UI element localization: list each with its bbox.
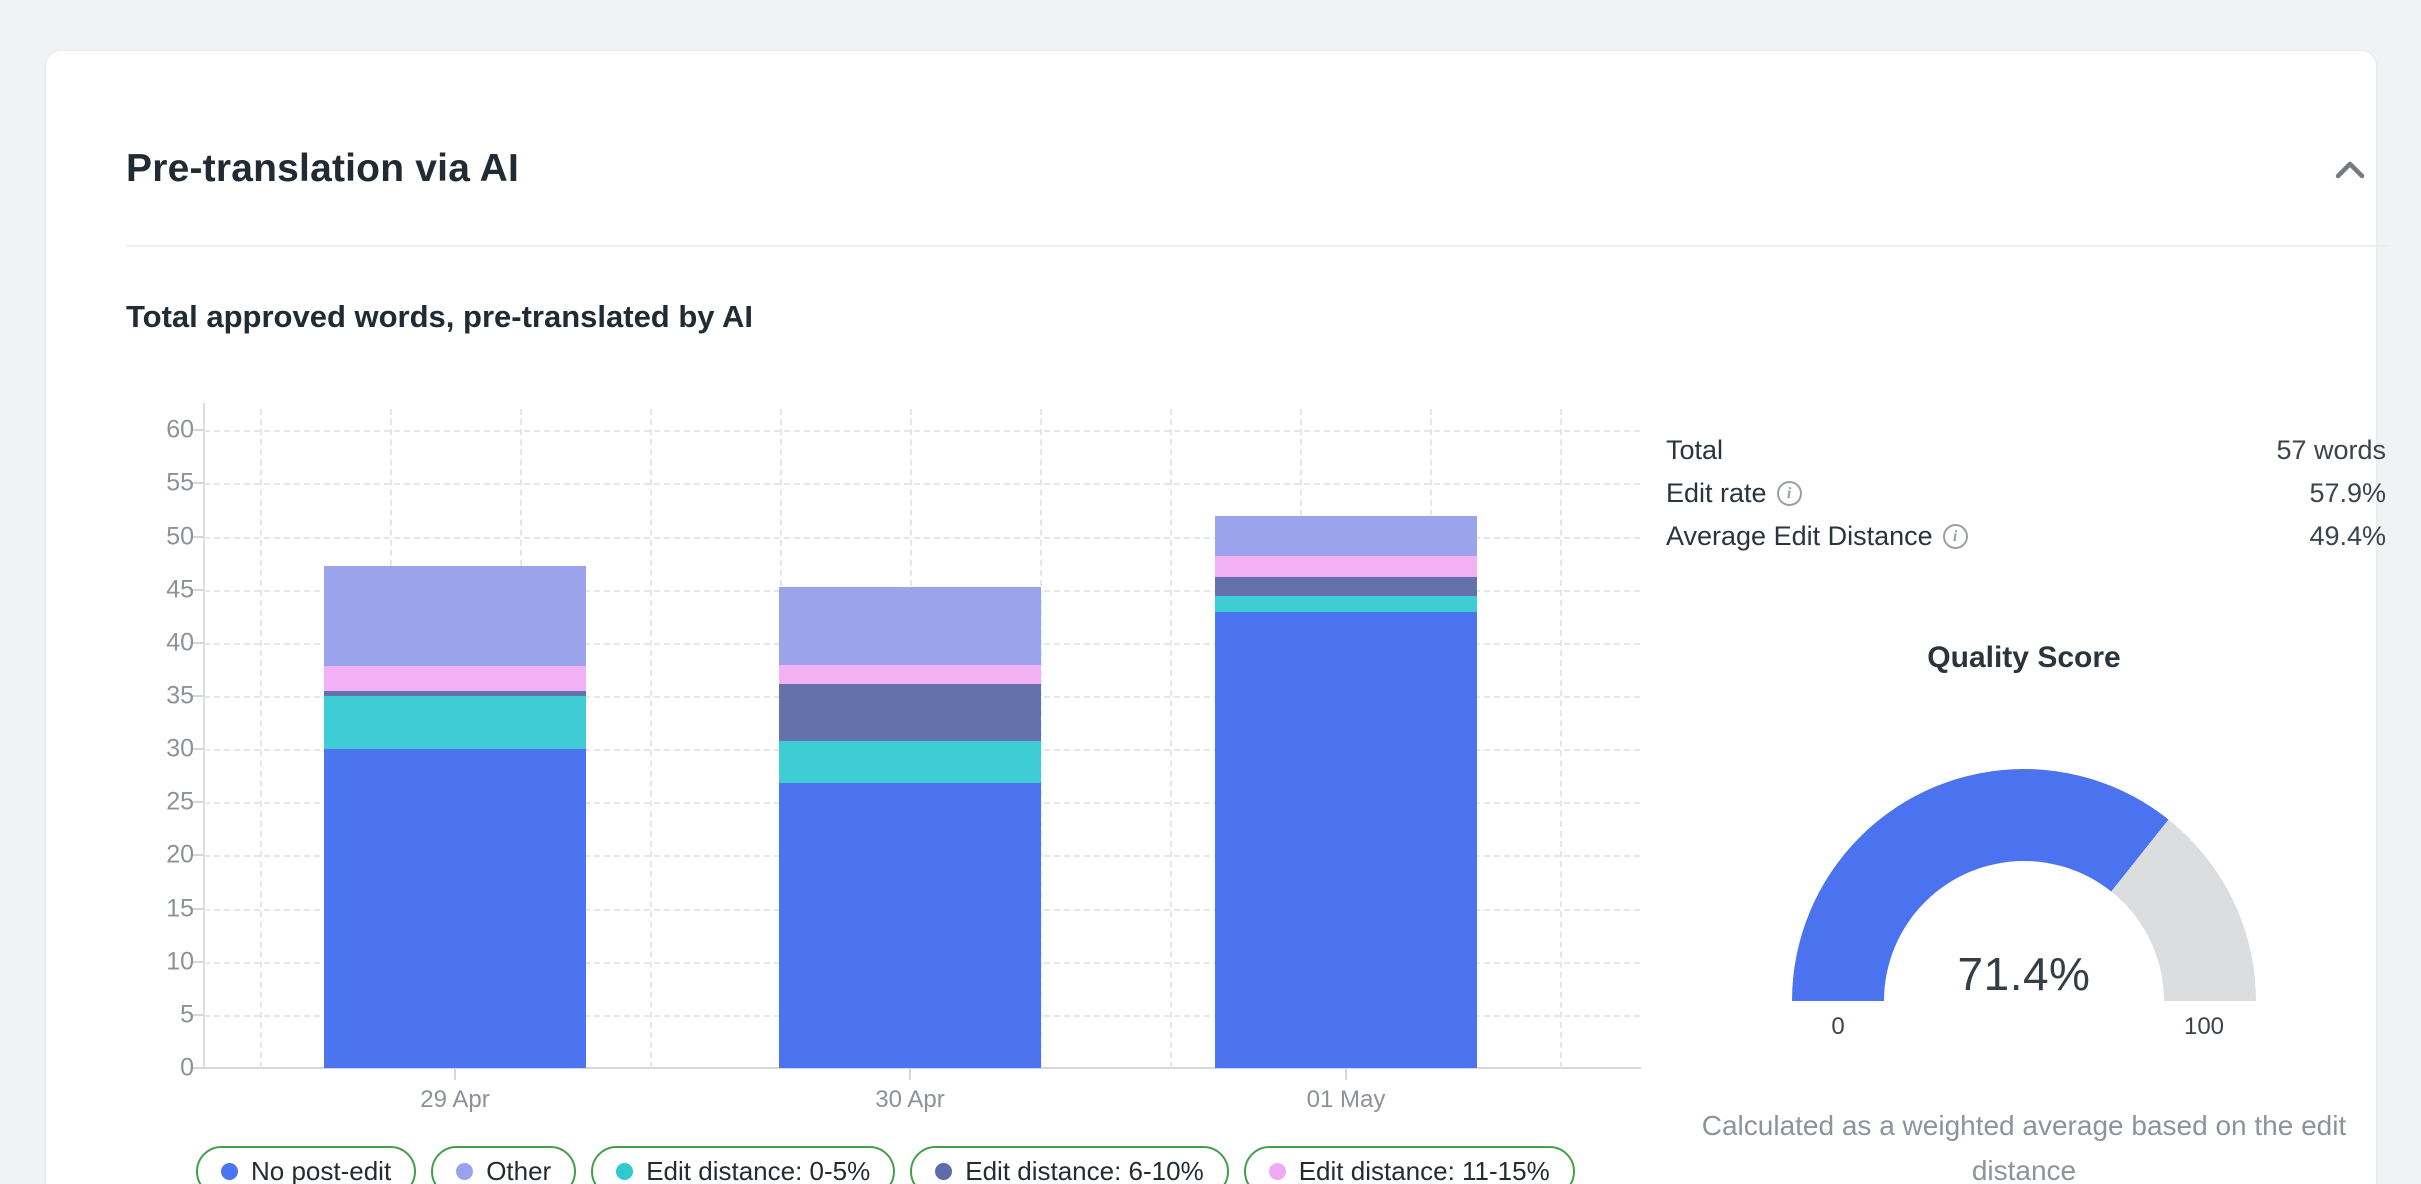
x-axis-label: 29 Apr bbox=[355, 1086, 555, 1114]
stat-value: 49.4% bbox=[2309, 521, 2386, 552]
stat-row-total: Total 57 words bbox=[1666, 429, 2386, 472]
legend-pill-edit-distance-6-10-[interactable]: Edit distance: 6-10% bbox=[910, 1146, 1228, 1184]
gauge-caption: Calculated as a weighted average based o… bbox=[1664, 1103, 2384, 1184]
legend-dot bbox=[221, 1163, 238, 1180]
legend-label: Edit distance: 6-10% bbox=[965, 1156, 1203, 1184]
y-axis-tick-label: 25 bbox=[134, 788, 194, 817]
bar-segment[interactable] bbox=[1215, 596, 1477, 612]
legend-dot bbox=[616, 1163, 633, 1180]
bar-segment[interactable] bbox=[779, 741, 1041, 784]
divider bbox=[126, 245, 2388, 247]
y-axis-tick-label: 5 bbox=[134, 1000, 194, 1029]
stats-summary: Total 57 words Edit rate i 57.9% Average Edit… bbox=[1666, 429, 2386, 558]
bar-segment[interactable] bbox=[1215, 556, 1477, 577]
v-gridline bbox=[650, 409, 652, 1068]
stat-label-text: Average Edit Distance bbox=[1666, 521, 1933, 552]
y-axis-tick-label: 20 bbox=[134, 841, 194, 870]
stat-label-text: Edit rate bbox=[1666, 478, 1767, 509]
legend-label: Edit distance: 11-15% bbox=[1299, 1156, 1550, 1184]
legend-label: Edit distance: 0-5% bbox=[646, 1156, 870, 1184]
y-axis-line bbox=[203, 403, 205, 1068]
panel-title: Pre-translation via AI bbox=[126, 147, 519, 191]
x-axis-tick bbox=[1345, 1068, 1347, 1080]
y-axis-tick-label: 45 bbox=[134, 575, 194, 604]
stat-value: 57 words bbox=[2276, 435, 2386, 466]
chevron-up-icon bbox=[2334, 160, 2366, 183]
stat-label-text: Total bbox=[1666, 435, 1723, 466]
legend-pill-no-post-edit[interactable]: No post-edit bbox=[196, 1146, 416, 1184]
gauge-max-label: 100 bbox=[2164, 1013, 2244, 1041]
collapse-panel-button[interactable] bbox=[2328, 151, 2372, 191]
stat-label: Edit rate i bbox=[1666, 478, 1802, 509]
info-icon[interactable]: i bbox=[1777, 481, 1802, 506]
stacked-bar-30-apr[interactable] bbox=[779, 587, 1041, 1068]
bar-segment[interactable] bbox=[1215, 577, 1477, 596]
chart-legend: No post-edit Other Edit distance: 0-5% Edit… bbox=[196, 1146, 1575, 1184]
y-axis-tick-label: 30 bbox=[134, 735, 194, 764]
quality-score-gauge: 71.4% 0 100 bbox=[1792, 769, 2256, 1001]
pre-translation-panel: Pre-translation via AI Total approved wo… bbox=[45, 50, 2377, 1184]
legend-dot bbox=[456, 1163, 473, 1180]
stacked-bar-chart: 05101520253035404550556029 Apr30 Apr01 M… bbox=[204, 409, 1640, 1068]
y-axis-tick-label: 40 bbox=[134, 628, 194, 657]
bar-segment[interactable] bbox=[779, 684, 1041, 740]
page: { "panel": { "title": "Pre-translation v… bbox=[0, 0, 2421, 1184]
stacked-bar-29-apr[interactable] bbox=[324, 566, 586, 1068]
info-icon[interactable]: i bbox=[1943, 524, 1968, 549]
legend-dot bbox=[935, 1163, 952, 1180]
v-gridline bbox=[1170, 409, 1172, 1068]
chart-title: Total approved words, pre-translated by … bbox=[126, 299, 753, 335]
y-axis-tick-label: 50 bbox=[134, 522, 194, 551]
bar-segment[interactable] bbox=[324, 749, 586, 1068]
bar-segment[interactable] bbox=[324, 566, 586, 666]
bar-segment[interactable] bbox=[324, 691, 586, 696]
x-axis-label: 01 May bbox=[1246, 1086, 1446, 1114]
y-axis-tick-label: 55 bbox=[134, 469, 194, 498]
bar-segment[interactable] bbox=[779, 587, 1041, 666]
bar-segment[interactable] bbox=[1215, 612, 1477, 1068]
gauge-value: 71.4% bbox=[1792, 947, 2256, 1001]
gauge-hole bbox=[1884, 861, 2164, 1141]
stat-value: 57.9% bbox=[2309, 478, 2386, 509]
legend-pill-edit-distance-11-15-[interactable]: Edit distance: 11-15% bbox=[1244, 1146, 1575, 1184]
legend-label: Other bbox=[486, 1156, 551, 1184]
y-axis-tick-label: 35 bbox=[134, 681, 194, 710]
bar-segment[interactable] bbox=[324, 666, 586, 690]
y-axis-tick-label: 0 bbox=[134, 1054, 194, 1083]
gauge-title: Quality Score bbox=[1694, 641, 2354, 675]
x-axis-tick bbox=[909, 1068, 911, 1080]
bar-segment[interactable] bbox=[779, 783, 1041, 1068]
bar-segment[interactable] bbox=[324, 696, 586, 749]
bar-segment[interactable] bbox=[1215, 516, 1477, 555]
stacked-bar-01-may[interactable] bbox=[1215, 516, 1477, 1068]
legend-dot bbox=[1269, 1163, 1286, 1180]
x-axis-tick bbox=[454, 1068, 456, 1080]
v-gridline bbox=[260, 409, 262, 1068]
legend-pill-other[interactable]: Other bbox=[431, 1146, 576, 1184]
legend-label: No post-edit bbox=[251, 1156, 391, 1184]
stat-label: Average Edit Distance i bbox=[1666, 521, 1968, 552]
stat-row-average-edit-distance: Average Edit Distance i 49.4% bbox=[1666, 515, 2386, 558]
x-axis-label: 30 Apr bbox=[810, 1086, 1010, 1114]
bar-segment[interactable] bbox=[779, 665, 1041, 684]
stat-row-edit-rate: Edit rate i 57.9% bbox=[1666, 472, 2386, 515]
legend-pill-edit-distance-0-5-[interactable]: Edit distance: 0-5% bbox=[591, 1146, 895, 1184]
y-axis-tick-label: 60 bbox=[134, 416, 194, 445]
h-gridline bbox=[204, 430, 1640, 432]
y-axis-tick-label: 10 bbox=[134, 947, 194, 976]
stat-label: Total bbox=[1666, 435, 1723, 466]
y-axis-tick-label: 15 bbox=[134, 894, 194, 923]
v-gridline bbox=[1560, 409, 1562, 1068]
h-gridline bbox=[204, 483, 1640, 485]
gauge-min-label: 0 bbox=[1798, 1013, 1878, 1041]
